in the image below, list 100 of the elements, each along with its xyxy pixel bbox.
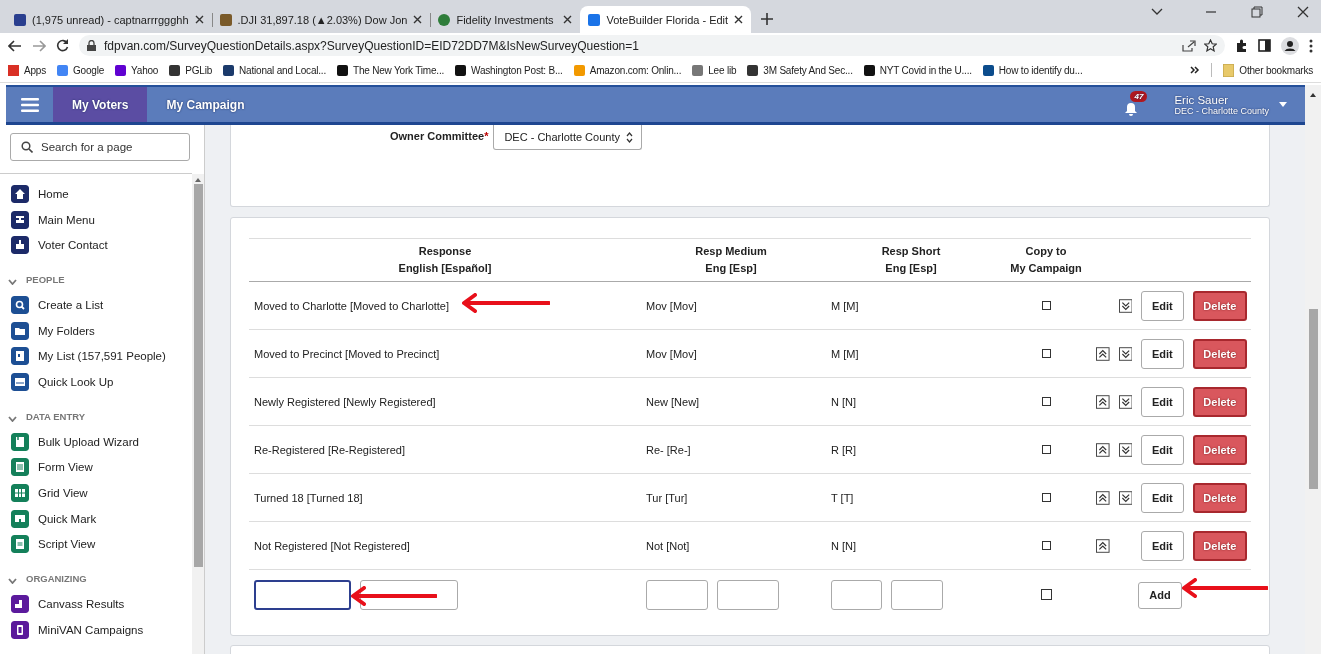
table-cell: Mov [Mov]	[646, 299, 697, 312]
browser-tab[interactable]: (1,975 unread) - captnarrrggghh	[6, 6, 212, 33]
browser-tab[interactable]: .DJI 31,897.18 (▲2.03%) Dow Jon	[211, 6, 431, 33]
bell-icon	[1124, 101, 1139, 116]
table-cell: Re- [Re-]	[646, 443, 691, 456]
bookmark-folder[interactable]: Other bookmarks	[1223, 63, 1313, 77]
sidebar-item[interactable]: Create a List	[0, 292, 192, 318]
checkbox[interactable]	[1041, 300, 1051, 310]
input-field[interactable]	[254, 580, 351, 610]
nav-tab[interactable]: My Campaign	[147, 87, 264, 122]
edit-button[interactable]: Edit	[1141, 482, 1184, 513]
move-up-icon[interactable]	[1096, 394, 1110, 409]
input-field[interactable]	[891, 580, 943, 610]
bookmark[interactable]: NYT Covid in the U....	[863, 64, 972, 76]
sidebar-item[interactable]: Home	[0, 181, 192, 207]
bookmark[interactable]: Google	[57, 64, 105, 76]
sidebar-item[interactable]: Main Menu	[0, 206, 192, 233]
checkbox[interactable]	[1041, 492, 1051, 502]
edit-button[interactable]: Edit	[1141, 386, 1184, 417]
table-cell: Not Registered [Not Registered]	[254, 539, 410, 552]
bookmark[interactable]: How to identify du...	[982, 64, 1083, 76]
add-button[interactable]: Add	[1138, 581, 1182, 609]
input-field[interactable]	[717, 580, 779, 610]
column-header: Response English [Español]	[397, 244, 493, 276]
move-down-icon[interactable]	[1118, 442, 1133, 457]
sidebar-item[interactable]: Bulk Upload Wizard	[0, 428, 192, 455]
delete-button[interactable]: Delete	[1192, 386, 1247, 417]
section-heading[interactable]: ORGANIZING	[26, 573, 87, 585]
bookmark-icon	[8, 64, 19, 76]
delete-button[interactable]: Delete	[1192, 530, 1247, 561]
sidebar-item[interactable]: My Folders	[0, 317, 192, 344]
bookmark[interactable]: Lee lib	[692, 64, 737, 76]
nav-tab[interactable]: My Voters	[53, 87, 148, 122]
input-field[interactable]	[831, 580, 882, 610]
move-down-icon[interactable]	[1118, 298, 1133, 313]
bookmark-icon	[223, 64, 235, 76]
delete-button[interactable]: Delete	[1192, 434, 1247, 465]
scrollbar-thumb[interactable]	[1308, 309, 1318, 489]
move-up-icon[interactable]	[1096, 490, 1110, 505]
user-name[interactable]: Eric Sauer	[1174, 93, 1269, 106]
table-cell: M [M]	[831, 347, 859, 360]
sidebar-item[interactable]: MiniVAN Campaigns	[0, 616, 192, 643]
back-icon	[8, 39, 22, 52]
edit-button[interactable]: Edit	[1141, 434, 1184, 465]
move-up-icon[interactable]	[1096, 538, 1110, 553]
sidebar-item[interactable]: Voter Contact	[0, 232, 192, 259]
edit-button[interactable]: Edit	[1141, 530, 1184, 561]
sidebar-item[interactable]: My List (157,591 People)	[0, 343, 192, 370]
more-icon	[1309, 38, 1313, 53]
site-icon	[588, 13, 601, 26]
edit-button[interactable]: Edit	[1141, 338, 1184, 369]
bookmark[interactable]: The New York Time...	[337, 64, 445, 76]
browser-tab[interactable]: Fidelity Investments	[430, 6, 581, 33]
more-bookmarks-icon	[1190, 66, 1201, 74]
bookmark[interactable]: PGLib	[169, 64, 213, 76]
field-label: Owner Committee*	[390, 130, 489, 142]
delete-button[interactable]: Delete	[1192, 482, 1247, 513]
section-heading[interactable]: DATA ENTRY	[26, 410, 86, 422]
move-down-icon[interactable]	[1118, 490, 1133, 505]
bookmark-icon	[115, 64, 127, 76]
sidebar-item[interactable]: Quick Mark	[0, 505, 192, 532]
move-up-icon[interactable]	[1096, 442, 1110, 457]
edit-button[interactable]: Edit	[1141, 290, 1184, 321]
bookmark[interactable]: 3M Safety And Sec...	[747, 64, 853, 76]
search-field[interactable]: Search for a page	[10, 133, 190, 161]
move-down-icon[interactable]	[1118, 394, 1133, 409]
bookmark[interactable]: Yahoo	[115, 64, 159, 76]
table-cell: Re-Registered [Re-Registered]	[254, 443, 405, 456]
checkbox[interactable]	[1041, 348, 1051, 358]
checkbox[interactable]	[1041, 444, 1051, 454]
notification-badge[interactable]: 47	[1130, 91, 1148, 102]
restore-icon	[1251, 6, 1263, 18]
checkbox[interactable]	[1041, 540, 1051, 550]
site-icon	[438, 13, 451, 26]
delete-button[interactable]: Delete	[1192, 290, 1247, 321]
section-heading[interactable]: PEOPLE	[26, 274, 65, 286]
delete-button[interactable]: Delete	[1192, 338, 1247, 369]
input-field[interactable]	[646, 580, 708, 610]
column-header: Resp Short Eng [Esp]	[880, 244, 942, 276]
address-bar[interactable]: fdpvan.com/SurveyQuestionDetails.aspx?SurveyQuestionID=EID72DD7M&IsNewSurveyQuestion=1	[79, 35, 1225, 56]
move-down-icon[interactable]	[1118, 346, 1133, 361]
committee-select[interactable]: DEC - Charlotte County	[493, 125, 643, 150]
search-icon	[21, 141, 33, 153]
checkbox[interactable]	[1041, 396, 1051, 406]
sidebar-item[interactable]: Script View	[0, 531, 192, 558]
chevron-down-icon	[8, 578, 17, 585]
bookmark[interactable]: Washington Post: B...	[455, 64, 563, 76]
bookmark[interactable]: Apps	[8, 64, 46, 76]
column-header: Resp Medium Eng [Esp]	[694, 244, 768, 276]
move-up-icon[interactable]	[1096, 346, 1110, 361]
browser-tab[interactable]: VoteBuilder Florida - Edit	[580, 6, 752, 33]
bookmark[interactable]: Amazon.com: Onlin...	[573, 64, 682, 76]
sidebar-item[interactable]: Quick Look Up	[0, 369, 192, 395]
checkbox[interactable]	[1040, 588, 1052, 600]
sidebar-item[interactable]: Form View	[0, 454, 192, 481]
sidebar-item[interactable]: Grid View	[0, 480, 192, 506]
bookmark[interactable]: National and Local...	[223, 64, 326, 76]
close-icon	[563, 15, 573, 24]
sidebar-item[interactable]: Canvass Results	[0, 591, 192, 617]
scrollbar-thumb[interactable]	[193, 184, 203, 567]
